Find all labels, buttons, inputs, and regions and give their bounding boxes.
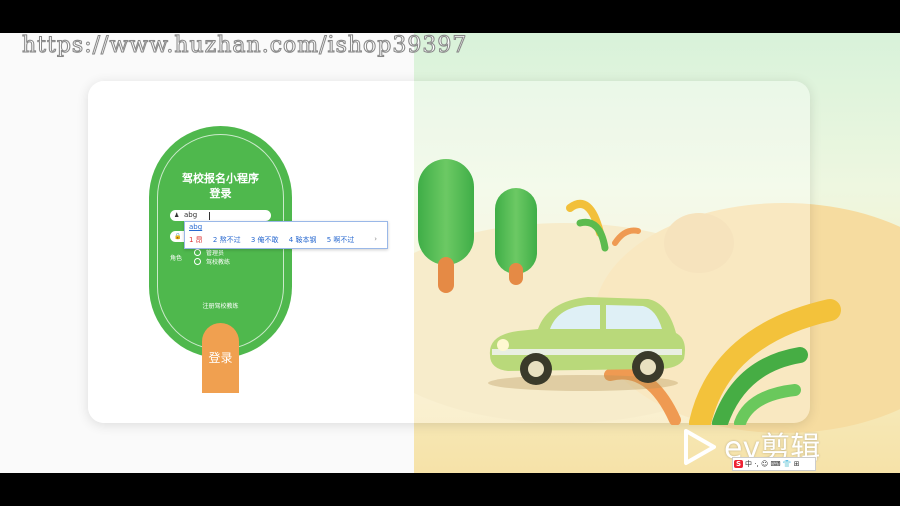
lock-icon: 🔒 [174, 233, 182, 240]
car-illustration [488, 297, 685, 391]
radio-circle-icon [194, 249, 201, 256]
tree-illustration [495, 188, 537, 274]
tree-trunk [509, 263, 523, 285]
username-value: abg [184, 211, 198, 219]
app-title-login: 登录 [209, 187, 232, 200]
sogou-icon: S [734, 460, 744, 468]
plant-tubes-illustration [566, 199, 641, 252]
ime-candidate[interactable]: 2 熬不过 [213, 236, 241, 244]
user-icon: ♟ [174, 212, 180, 219]
ime-next-page-icon[interactable]: › [374, 235, 377, 243]
role-radio-coach[interactable]: 驾校教练 [194, 258, 230, 267]
ime-candidate[interactable]: 1 昂 [189, 236, 203, 244]
tree-trunk [438, 257, 454, 293]
register-coach-link[interactable]: 注册驾校教练 [149, 301, 292, 310]
ime-toolbar[interactable]: S中 ·, ☺ ⌨ 👕 ⊞ [732, 457, 816, 471]
ime-composition: abg [189, 223, 203, 231]
role-option-label: 驾校教练 [206, 259, 231, 266]
app-title: 驾校报名小程序 登录 [149, 171, 292, 201]
ime-candidate[interactable]: 5 啊不过 [327, 236, 355, 244]
username-input[interactable]: ♟ abg [170, 210, 271, 221]
screen: https://www.huzhan.com/ishop39397 驾校报名小程… [0, 33, 900, 473]
role-radio-admin[interactable]: 管理员 [194, 249, 224, 258]
role-option-label: 管理员 [206, 250, 225, 257]
app-title-name: 驾校报名小程序 [182, 172, 259, 185]
ime-candidate-list: 1 昂 2 熬不过 3 俺不敢 4 鞍本钢 5 啊不过 [189, 235, 362, 245]
ime-candidate-window: abg 1 昂 2 熬不过 3 俺不敢 4 鞍本钢 5 啊不过 › [184, 221, 388, 249]
role-label: 角色 [170, 255, 183, 262]
login-button[interactable]: 登录 [202, 323, 239, 393]
ime-candidate[interactable]: 3 俺不敢 [251, 236, 279, 244]
ime-candidate[interactable]: 4 鞍本钢 [289, 236, 317, 244]
radio-circle-icon [194, 258, 201, 265]
ime-toolbar-items: 中 ·, ☺ ⌨ 👕 ⊞ [745, 460, 800, 468]
watermark-url: https://www.huzhan.com/ishop39397 [21, 33, 468, 59]
play-logo-icon [684, 429, 716, 465]
text-cursor [209, 212, 210, 220]
tree-illustration [418, 159, 474, 265]
